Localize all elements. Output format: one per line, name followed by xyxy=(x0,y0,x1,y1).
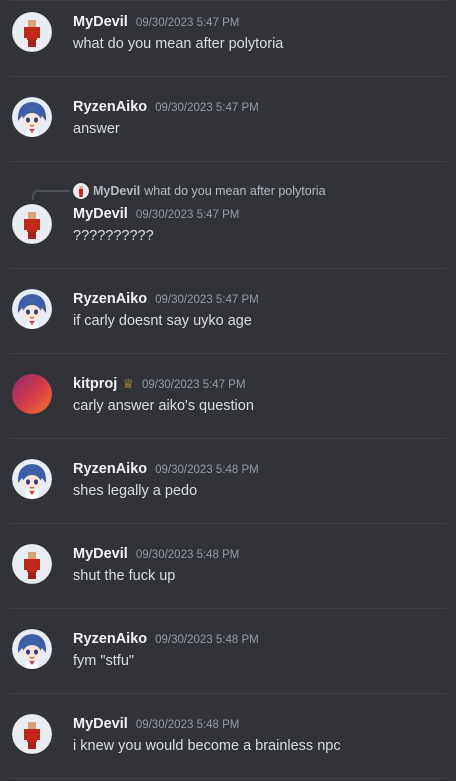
username[interactable]: RyzenAiko xyxy=(73,291,147,307)
username[interactable]: RyzenAiko xyxy=(73,99,147,115)
roblox-red-avatar xyxy=(12,714,52,754)
reply-spine xyxy=(32,190,70,200)
reply-username[interactable]: MyDevil xyxy=(93,184,140,198)
anime-girl-avatar xyxy=(12,289,52,329)
anime-girl-avatar xyxy=(12,459,52,499)
crown-icon: ♕ xyxy=(122,376,134,391)
avatar[interactable] xyxy=(12,289,52,329)
chat-message-list: MyDevil 09/30/2023 5:47 PM what do you m… xyxy=(0,0,456,781)
avatar[interactable] xyxy=(12,544,52,584)
gradient-avatar xyxy=(12,374,52,414)
reply-text[interactable]: what do you mean after polytoria xyxy=(144,184,325,198)
message-text: fym "stfu" xyxy=(73,653,135,669)
timestamp: 09/30/2023 5:48 PM xyxy=(135,719,240,731)
divider xyxy=(10,523,446,524)
divider xyxy=(10,0,446,1)
username[interactable]: MyDevil xyxy=(73,716,128,732)
divider xyxy=(10,268,446,269)
avatar[interactable] xyxy=(12,714,52,754)
roblox-red-avatar xyxy=(12,12,52,52)
roblox-red-avatar xyxy=(12,204,52,244)
timestamp: 09/30/2023 5:48 PM xyxy=(155,634,259,646)
timestamp: 09/30/2023 5:47 PM xyxy=(155,102,259,114)
anime-girl-avatar xyxy=(12,629,52,669)
avatar[interactable] xyxy=(12,374,52,414)
avatar[interactable] xyxy=(12,629,52,669)
avatar[interactable] xyxy=(12,459,52,499)
timestamp: 09/30/2023 5:47 PM xyxy=(135,17,240,29)
timestamp: 09/30/2023 5:48 PM xyxy=(155,464,259,476)
anime-girl-avatar xyxy=(12,97,52,137)
avatar[interactable] xyxy=(12,97,52,137)
timestamp: 09/30/2023 5:47 PM xyxy=(135,209,240,221)
divider xyxy=(10,693,446,694)
username[interactable]: kitproj xyxy=(73,376,117,392)
divider xyxy=(10,353,446,354)
divider xyxy=(10,438,446,439)
message-text: carly answer aiko's question xyxy=(73,398,254,414)
username[interactable]: MyDevil xyxy=(73,546,128,562)
reply-preview[interactable]: MyDevil what do you mean after polytoria xyxy=(73,183,326,199)
timestamp: 09/30/2023 5:47 PM xyxy=(141,379,246,391)
divider xyxy=(10,161,446,162)
divider xyxy=(10,608,446,609)
avatar[interactable] xyxy=(12,204,52,244)
username[interactable]: MyDevil xyxy=(73,14,128,30)
reply-avatar xyxy=(73,183,89,199)
divider xyxy=(10,778,446,779)
username[interactable]: RyzenAiko xyxy=(73,631,147,647)
message-text: what do you mean after polytoria xyxy=(73,36,284,52)
username[interactable]: MyDevil xyxy=(73,206,128,222)
message-text: ?????????? xyxy=(73,228,154,244)
avatar[interactable] xyxy=(12,12,52,52)
timestamp: 09/30/2023 5:47 PM xyxy=(155,294,259,306)
message-text: shes legally a pedo xyxy=(73,483,198,499)
message-text: if carly doesnt say uyko age xyxy=(73,313,252,329)
roblox-red-avatar xyxy=(12,544,52,584)
divider xyxy=(10,76,446,77)
roblox-red-avatar xyxy=(73,183,89,199)
username[interactable]: RyzenAiko xyxy=(73,461,147,477)
message-text: i knew you would become a brainless npc xyxy=(73,738,341,754)
message-text: shut the fuck up xyxy=(73,568,176,584)
timestamp: 09/30/2023 5:48 PM xyxy=(135,549,240,561)
message-text: answer xyxy=(73,121,120,137)
